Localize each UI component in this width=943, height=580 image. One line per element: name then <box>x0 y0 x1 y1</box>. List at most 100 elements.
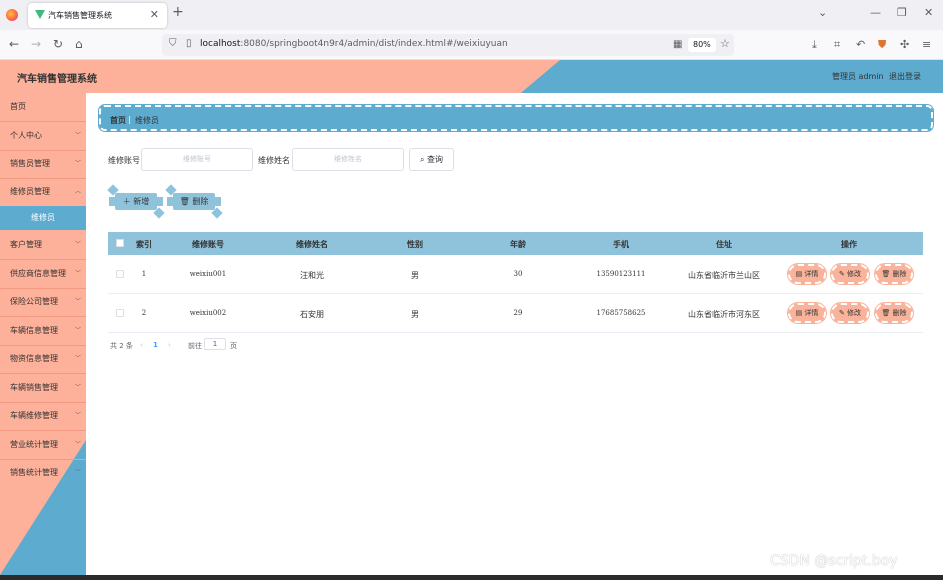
browser-tab-bar: 汽车销售管理系统 ✕ + ⌄ — ❐ ✕ <box>0 0 943 30</box>
chevron-down-icon: ﹀ <box>74 270 81 277</box>
pagination-prev[interactable]: ‹ <box>140 341 143 349</box>
sidebar-item-materials[interactable]: 物资信息管理 ﹀ <box>0 345 86 374</box>
sidebar-item-vehicle-repair[interactable]: 车辆维修管理 ﹀ <box>0 402 86 431</box>
account-label: 维修账号 <box>108 156 140 165</box>
page-icon[interactable]: ▯ <box>186 38 192 49</box>
name-search-input[interactable]: 维修姓名 <box>292 148 404 171</box>
sidebar-item-profile[interactable]: 个人中心 ﹀ <box>0 122 86 151</box>
row-delete-button[interactable]: 🗑︎ 删除 <box>874 263 914 285</box>
breadcrumb-current: 维修员 <box>135 116 159 125</box>
delete-button[interactable]: 🗑︎ 删除 <box>167 193 221 210</box>
breadcrumb-separator: | <box>128 115 131 124</box>
watermark: CSDN @script.boy <box>770 553 898 569</box>
table-header: 索引 维修账号 维修姓名 性别 年龄 手机 住址 操作 <box>108 232 923 255</box>
qr-code-icon[interactable]: ▦ <box>673 39 682 50</box>
cell-account: weixiu002 <box>189 309 227 317</box>
sidebar-item-home[interactable]: 首页 <box>0 93 86 122</box>
sidebar-item-vehicle-sales[interactable]: 车辆销售管理 ﹀ <box>0 374 86 403</box>
cell-address: 山东省临沂市河东区 <box>688 310 760 319</box>
sidebar-item-customer[interactable]: 客户管理 ﹀ <box>0 231 86 260</box>
sidebar-item-insurance[interactable]: 保险公司管理 ﹀ <box>0 288 86 317</box>
bookmark-star-icon[interactable]: ☆ <box>720 37 730 50</box>
ribbon-decoration <box>157 197 163 206</box>
shield-icon[interactable]: ⛉ <box>169 38 177 49</box>
goto-input[interactable]: 1 <box>204 338 226 350</box>
ribbon-decoration <box>109 197 115 206</box>
undo-icon[interactable]: ↶ <box>856 38 865 51</box>
download-icon[interactable]: ⤓ <box>812 38 817 52</box>
sidebar-item-salesperson[interactable]: 销售员管理 ﹀ <box>0 150 86 179</box>
pagination-next[interactable]: › <box>168 341 171 349</box>
forward-icon[interactable]: → <box>31 37 41 51</box>
minimize-icon[interactable]: — <box>870 6 881 19</box>
extensions-icon[interactable]: ✣ <box>900 38 909 51</box>
chevron-down-icon: ﹀ <box>74 160 81 167</box>
document-icon: ▤ <box>795 309 803 317</box>
ribbon-decoration <box>215 197 221 206</box>
browser-tab[interactable]: 汽车销售管理系统 ✕ <box>28 3 167 28</box>
cell-address: 山东省临沂市兰山区 <box>688 271 760 280</box>
chevron-down-icon: ﹀ <box>74 298 81 305</box>
select-all-checkbox[interactable] <box>116 239 124 247</box>
tab-close-icon[interactable]: ✕ <box>150 8 159 21</box>
document-icon: ▤ <box>795 270 803 278</box>
search-icon: ⌕ <box>419 155 425 164</box>
row-checkbox[interactable] <box>116 270 124 278</box>
zoom-badge[interactable]: 80% <box>688 38 716 52</box>
header-index: 索引 <box>136 240 152 249</box>
home-icon[interactable]: ⌂ <box>75 37 83 51</box>
row-delete-button[interactable]: 🗑︎ 删除 <box>874 302 914 324</box>
sidebar-item-repairman[interactable]: 维修员 <box>0 206 86 230</box>
detail-button[interactable]: ▤ 详情 <box>787 302 827 324</box>
chevron-down-icon: ﹀ <box>74 241 81 248</box>
header-gender: 性别 <box>407 240 423 249</box>
restore-icon[interactable]: ❐ <box>897 6 907 19</box>
cell-index: 2 <box>141 309 147 317</box>
pagination-current[interactable]: 1 <box>153 341 158 349</box>
account-search-input[interactable]: 维修账号 <box>141 148 253 171</box>
cell-age: 29 <box>513 309 523 317</box>
chevron-down-icon: ﹀ <box>74 132 81 139</box>
add-button[interactable]: ＋ 新增 <box>109 193 163 210</box>
sidebar-item-sales-stats[interactable]: 销售统计管理 ﹀ <box>0 459 86 488</box>
cell-name: 石安朋 <box>300 310 324 319</box>
sidebar-item-business-stats[interactable]: 营业统计管理 ﹀ <box>0 431 86 460</box>
edit-button[interactable]: ✎ 修改 <box>830 263 870 285</box>
admin-label: 管理员 admin <box>832 72 884 81</box>
tab-list-chevron-icon[interactable]: ⌄ <box>818 6 827 19</box>
sidebar: 首页 个人中心 ﹀ 销售员管理 ﹀ 维修员管理 ︿ 维修员 客户管理 ﹀ 供应商信息管理… <box>0 93 86 575</box>
tab-title: 汽车销售管理系统 <box>48 11 112 20</box>
new-tab-icon[interactable]: + <box>172 4 184 20</box>
table-row[interactable]: 1 weixiu001 汪和光 男 30 13590123111 山东省临沂市兰… <box>108 255 923 294</box>
row-checkbox[interactable] <box>116 309 124 317</box>
table-row[interactable]: 2 weixiu002 石安朋 男 29 17685758625 山东省临沂市河… <box>108 294 923 333</box>
cell-gender: 男 <box>411 271 419 280</box>
page-unit: 页 <box>230 342 237 350</box>
back-icon[interactable]: ← <box>9 37 19 51</box>
reload-icon[interactable]: ↻ <box>53 37 63 51</box>
window-close-icon[interactable]: ✕ <box>924 6 933 19</box>
chevron-down-icon: ﹀ <box>74 412 81 419</box>
pagination-total: 共 2 条 <box>110 342 133 350</box>
detail-button[interactable]: ▤ 详情 <box>787 263 827 285</box>
edit-button[interactable]: ✎ 修改 <box>830 302 870 324</box>
sidebar-item-vehicle-info[interactable]: 车辆信息管理 ﹀ <box>0 317 86 346</box>
ribbon-decoration <box>167 197 173 206</box>
sidebar-item-supplier[interactable]: 供应商信息管理 ﹀ <box>0 260 86 289</box>
goto-label: 前往 <box>188 342 202 350</box>
logout-link[interactable]: 退出登录 <box>889 71 921 82</box>
url-text[interactable]: localhost:8080/springboot4n9r4/admin/dis… <box>200 39 508 49</box>
breadcrumb-home[interactable]: 首页 <box>110 115 126 126</box>
cell-age: 30 <box>513 270 523 278</box>
browser-nav-bar: ← → ↻ ⌂ ⛉ ▯ localhost:8080/springboot4n9… <box>0 30 943 60</box>
screenshot-icon[interactable]: ⌗ <box>834 38 840 52</box>
url-bar[interactable]: ⛉ ▯ localhost:8080/springboot4n9r4/admin… <box>162 34 734 56</box>
sidebar-item-repairman-mgmt[interactable]: 维修员管理 ︿ <box>0 178 86 207</box>
firefox-icon[interactable] <box>6 9 18 21</box>
extension-shield-icon[interactable]: ⛊ <box>878 38 886 52</box>
chevron-down-icon: ﹀ <box>74 469 81 476</box>
chevron-down-icon: ﹀ <box>74 441 81 448</box>
search-button[interactable]: ⌕ 查询 <box>409 148 454 171</box>
header-name: 维修姓名 <box>296 240 328 249</box>
menu-icon[interactable]: ≡ <box>922 38 931 51</box>
